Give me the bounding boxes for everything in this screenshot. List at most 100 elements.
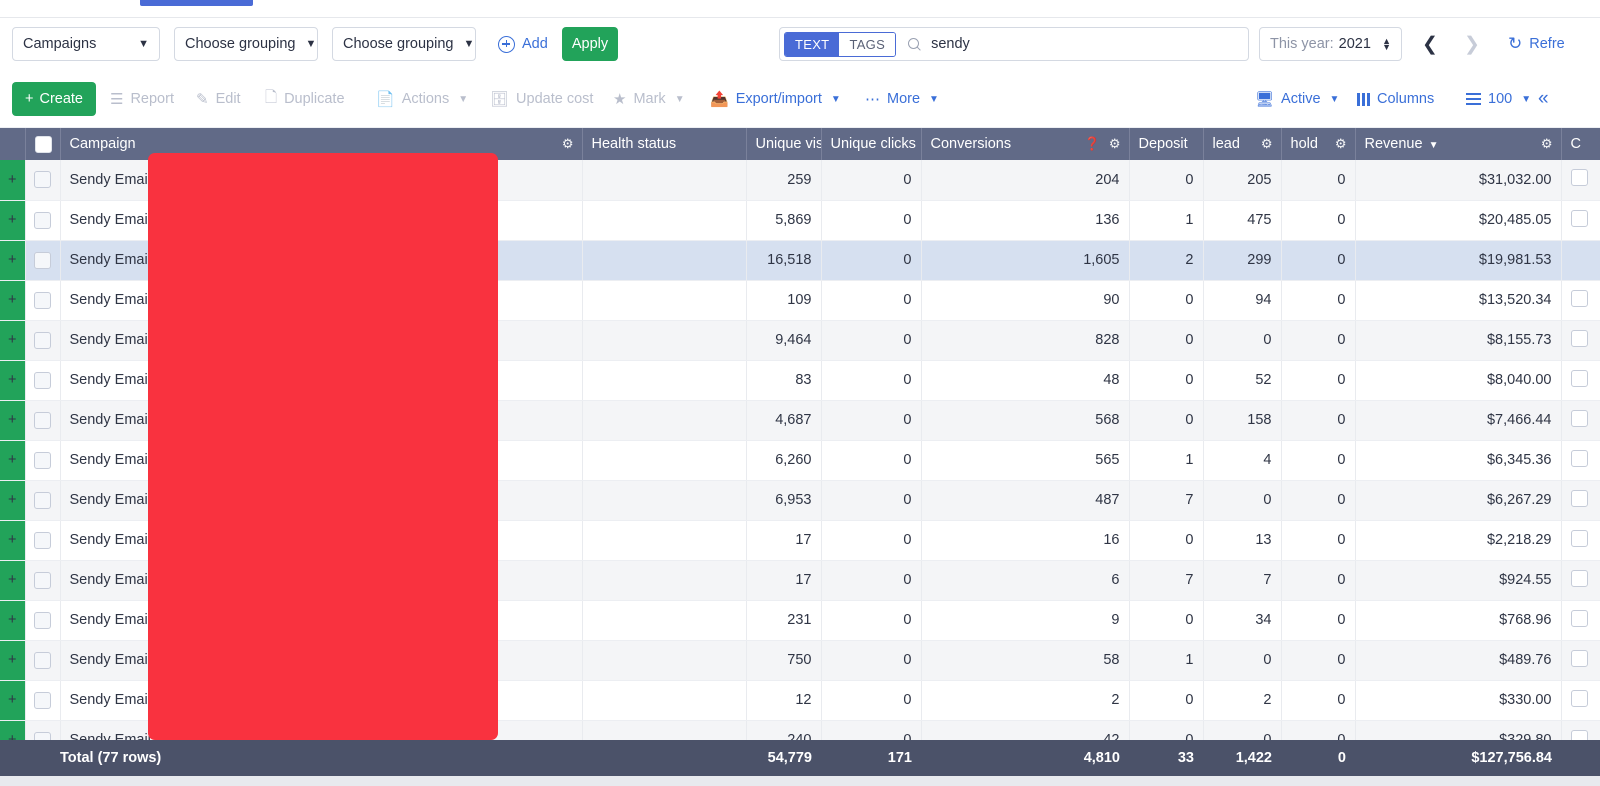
- search-mode-tags[interactable]: TAGS: [839, 32, 896, 56]
- row-expand-button[interactable]: +: [0, 480, 26, 521]
- gear-icon[interactable]: ⚙: [1335, 136, 1347, 152]
- help-icon[interactable]: ❓: [1084, 136, 1100, 152]
- refresh-button[interactable]: ↻ Refre: [1508, 27, 1565, 61]
- cost-placeholder-box: [1570, 489, 1588, 507]
- row-checkbox[interactable]: [34, 211, 51, 229]
- active-tab-indicator[interactable]: [140, 0, 253, 6]
- duplicate-button[interactable]: 🗋 Duplicate: [265, 82, 345, 116]
- header-conversions[interactable]: Conversions ❓ ⚙: [921, 128, 1130, 160]
- grouping-select-2[interactable]: Choose grouping ▼: [332, 27, 476, 61]
- row-checkbox-cell[interactable]: [25, 360, 61, 401]
- date-range-selector[interactable]: This year: 2021 ▲ ▼: [1259, 27, 1402, 61]
- row-checkbox[interactable]: [34, 371, 51, 389]
- status-filter-active[interactable]: 🖥 Active ▼: [1255, 82, 1339, 116]
- row-checkbox-cell[interactable]: [25, 720, 61, 740]
- row-checkbox-cell[interactable]: [25, 200, 61, 241]
- create-button[interactable]: + Create: [12, 82, 96, 116]
- row-expand-button[interactable]: +: [0, 360, 26, 401]
- row-checkbox-cell[interactable]: [25, 240, 61, 281]
- unique-clicks-cell: 0: [821, 680, 922, 721]
- row-expand-button[interactable]: +: [0, 440, 26, 481]
- row-expand-button[interactable]: +: [0, 320, 26, 361]
- row-checkbox[interactable]: [34, 411, 51, 429]
- row-checkbox[interactable]: [34, 171, 51, 189]
- row-expand-button[interactable]: +: [0, 400, 26, 441]
- row-expand-button[interactable]: +: [0, 560, 26, 601]
- row-checkbox[interactable]: [34, 291, 51, 309]
- row-checkbox[interactable]: [34, 251, 51, 269]
- row-expand-button[interactable]: +: [0, 240, 26, 281]
- row-checkbox-cell[interactable]: [25, 680, 61, 721]
- search-mode-text[interactable]: TEXT: [785, 32, 840, 56]
- update-cost-button[interactable]: 🗄 Update cost: [490, 82, 593, 116]
- header-hold[interactable]: hold ⚙: [1281, 128, 1356, 160]
- row-checkbox[interactable]: [34, 491, 51, 509]
- year-spinner-icon[interactable]: ▲ ▼: [1382, 37, 1391, 52]
- gear-icon[interactable]: ⚙: [1109, 136, 1121, 152]
- row-checkbox-cell[interactable]: [25, 600, 61, 641]
- collapse-panel-button[interactable]: «: [1538, 82, 1549, 116]
- header-revenue[interactable]: Revenue ▼ ⚙: [1355, 128, 1562, 160]
- header-unique-visits[interactable]: Unique vis: [746, 128, 822, 160]
- row-checkbox[interactable]: [34, 451, 51, 469]
- row-checkbox[interactable]: [34, 531, 51, 549]
- row-checkbox-cell[interactable]: [25, 280, 61, 321]
- entity-type-select[interactable]: Campaigns ▼: [12, 27, 160, 61]
- row-checkbox-cell[interactable]: [25, 440, 61, 481]
- row-checkbox[interactable]: [34, 571, 51, 589]
- header-lead[interactable]: lead ⚙: [1203, 128, 1282, 160]
- row-expand-button[interactable]: +: [0, 200, 26, 241]
- row-expand-button[interactable]: +: [0, 680, 26, 721]
- row-checkbox-cell[interactable]: [25, 160, 61, 201]
- row-checkbox[interactable]: [34, 651, 51, 669]
- actions-menu[interactable]: 📄 Actions ▼: [376, 82, 468, 116]
- row-expand-button[interactable]: +: [0, 720, 26, 740]
- deposit-cell: 7: [1129, 560, 1204, 601]
- mark-menu[interactable]: ★ Mark ▼: [613, 82, 685, 116]
- row-expand-button[interactable]: +: [0, 520, 26, 561]
- select-all-header[interactable]: [25, 128, 61, 160]
- header-deposit[interactable]: Deposit: [1129, 128, 1204, 160]
- row-checkbox-cell[interactable]: [25, 400, 61, 441]
- grouping-select-1[interactable]: Choose grouping ▼: [174, 27, 318, 61]
- row-checkbox[interactable]: [34, 611, 51, 629]
- row-checkbox[interactable]: [34, 731, 51, 740]
- apply-button[interactable]: Apply: [562, 27, 618, 61]
- sort-chevron-down-icon[interactable]: ▼: [1429, 140, 1439, 151]
- unique-clicks-cell: 0: [821, 720, 922, 740]
- header-unique-clicks[interactable]: Unique clicks: [821, 128, 922, 160]
- row-checkbox-cell[interactable]: [25, 480, 61, 521]
- search-mode-toggle[interactable]: TEXT TAGS: [784, 31, 897, 57]
- row-checkbox-cell[interactable]: [25, 320, 61, 361]
- page-size-selector[interactable]: 100 ▼: [1466, 82, 1531, 116]
- add-grouping-button[interactable]: Add: [498, 27, 548, 61]
- row-checkbox[interactable]: [34, 331, 51, 349]
- revenue-cell: $329.80: [1355, 720, 1562, 740]
- header-health-status[interactable]: Health status: [582, 128, 747, 160]
- plus-circle-icon: [498, 35, 515, 53]
- export-import-menu[interactable]: 📤 Export/import ▼: [710, 82, 841, 116]
- row-expand-button[interactable]: +: [0, 640, 26, 681]
- header-cost[interactable]: C: [1561, 128, 1600, 160]
- row-checkbox-cell[interactable]: [25, 640, 61, 681]
- row-checkbox-cell[interactable]: [25, 520, 61, 561]
- search-input[interactable]: [921, 36, 1248, 52]
- next-period-button[interactable]: ❯: [1452, 27, 1492, 61]
- lead-cell: 0: [1203, 320, 1282, 361]
- gear-icon[interactable]: ⚙: [1541, 136, 1553, 152]
- gear-icon[interactable]: ⚙: [1261, 136, 1273, 152]
- row-expand-button[interactable]: +: [0, 280, 26, 321]
- monitor-icon: 🖥: [1255, 91, 1275, 108]
- select-all-checkbox[interactable]: [34, 135, 52, 153]
- row-checkbox[interactable]: [34, 691, 51, 709]
- search-bar[interactable]: TEXT TAGS: [779, 27, 1249, 61]
- row-checkbox-cell[interactable]: [25, 560, 61, 601]
- report-button[interactable]: ☰ Report: [110, 82, 174, 116]
- row-expand-button[interactable]: +: [0, 600, 26, 641]
- gear-icon[interactable]: ⚙: [562, 136, 574, 152]
- more-menu[interactable]: ⋯ More ▼: [865, 82, 939, 116]
- edit-button[interactable]: ✎ Edit: [196, 82, 241, 116]
- previous-period-button[interactable]: ❮: [1410, 27, 1450, 61]
- columns-button[interactable]: Columns: [1357, 82, 1434, 116]
- row-expand-button[interactable]: +: [0, 160, 26, 201]
